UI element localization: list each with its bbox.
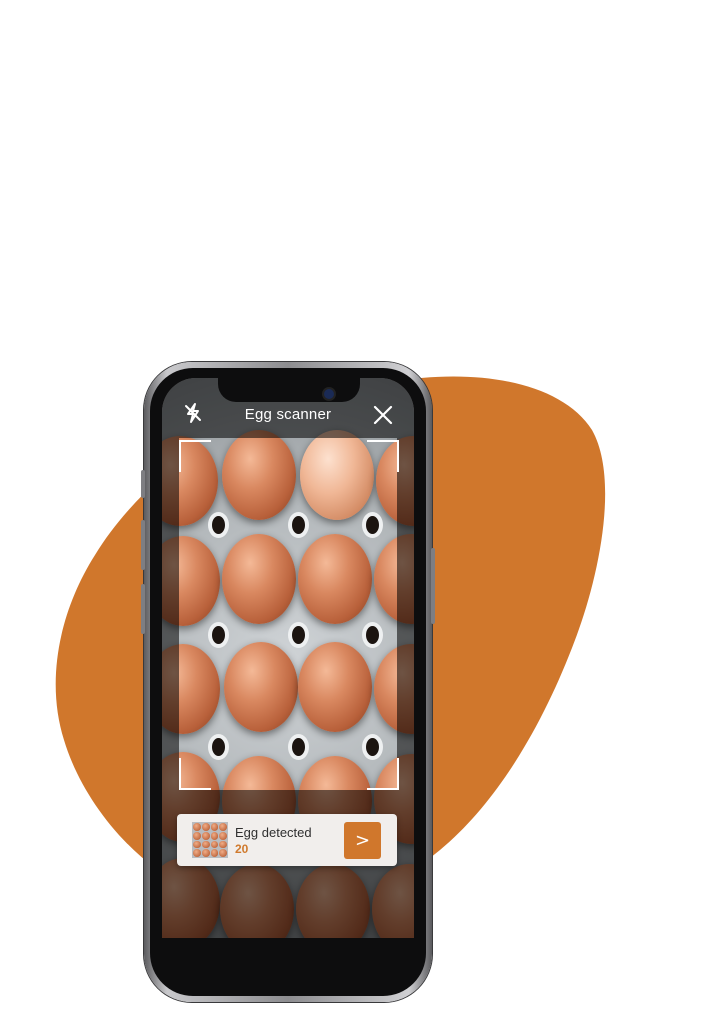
scan-frame-corner-top-left bbox=[179, 440, 211, 472]
close-icon[interactable] bbox=[372, 404, 394, 426]
egg-count: 20 bbox=[235, 842, 249, 856]
next-button[interactable]: > bbox=[344, 822, 381, 859]
tray-hole bbox=[208, 512, 229, 538]
egg bbox=[298, 642, 372, 732]
egg bbox=[222, 534, 296, 624]
egg bbox=[224, 642, 298, 732]
tray-hole bbox=[208, 734, 229, 760]
scanner-header: Egg scanner bbox=[162, 400, 414, 430]
volume-button bbox=[141, 470, 145, 498]
tray-hole bbox=[362, 622, 383, 648]
scan-frame-corner-bottom-right bbox=[367, 758, 399, 790]
tray-hole bbox=[288, 734, 309, 760]
scan-mask-left bbox=[162, 438, 179, 790]
scan-frame-corner-top-right bbox=[367, 440, 399, 472]
tray-hole bbox=[362, 512, 383, 538]
scan-frame-corner-bottom-left bbox=[179, 758, 211, 790]
tray-hole bbox=[288, 512, 309, 538]
detection-label: Egg detected bbox=[235, 825, 312, 840]
tray-hole bbox=[208, 622, 229, 648]
phone-notch bbox=[218, 378, 360, 402]
volume-down-button bbox=[141, 584, 145, 634]
illustration-stage: Egg scanner Egg detected 20 > bbox=[0, 0, 727, 1012]
detection-result-card[interactable]: Egg detected 20 > bbox=[177, 814, 397, 866]
tray-hole bbox=[288, 622, 309, 648]
power-button bbox=[431, 548, 435, 624]
volume-up-button bbox=[141, 520, 145, 570]
tray-hole bbox=[362, 734, 383, 760]
front-camera bbox=[324, 389, 334, 399]
egg bbox=[298, 534, 372, 624]
egg-thumbnail bbox=[192, 822, 228, 858]
egg bbox=[300, 430, 374, 520]
scan-mask-right bbox=[397, 438, 414, 790]
egg bbox=[222, 430, 296, 520]
